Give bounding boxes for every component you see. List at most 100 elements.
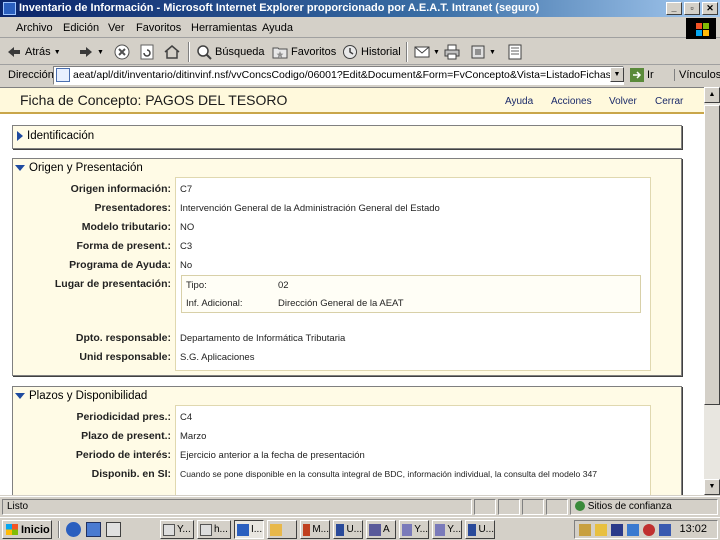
- app-quicklaunch-icon[interactable]: [106, 522, 121, 537]
- section-header[interactable]: Origen y Presentación: [15, 162, 143, 174]
- taskbar-item[interactable]: Y...: [399, 520, 429, 539]
- menu-ayuda[interactable]: Ayuda: [262, 22, 293, 34]
- taskbar-item[interactable]: [267, 520, 297, 539]
- home-button[interactable]: [164, 42, 180, 62]
- status-cell: [474, 499, 496, 515]
- menu-archivo[interactable]: Archivo: [16, 22, 53, 34]
- refresh-button[interactable]: [139, 42, 155, 62]
- tray-icon[interactable]: [611, 524, 623, 536]
- stop-icon: [114, 44, 130, 60]
- refresh-icon: [140, 44, 154, 60]
- field-label: Origen información:: [70, 183, 171, 195]
- field-label: Modelo tributario:: [81, 221, 171, 233]
- field-label: Presentadores:: [94, 202, 171, 214]
- vertical-scrollbar[interactable]: ▲ ▼: [704, 87, 720, 495]
- windows-flag-icon: [6, 524, 18, 535]
- restore-button[interactable]: ▫: [684, 2, 700, 15]
- security-zone-cell: Sitios de confianza: [570, 499, 718, 515]
- action-acciones-link[interactable]: Acciones: [551, 96, 592, 107]
- menu-favoritos[interactable]: Favoritos: [136, 22, 181, 34]
- title-bar[interactable]: Inventario de Información - Microsoft In…: [0, 0, 720, 17]
- system-tray: 13:02: [574, 520, 718, 539]
- toolbar-separator: [188, 42, 190, 62]
- section-identificacion[interactable]: Identificación: [12, 125, 682, 149]
- forward-button[interactable]: ▼: [78, 42, 104, 62]
- taskbar-item[interactable]: U...: [333, 520, 363, 539]
- discuss-button[interactable]: [507, 42, 523, 62]
- page-header: Ficha de Concepto: PAGOS DEL TESORO Ayud…: [0, 88, 704, 114]
- taskbar-item[interactable]: M...: [300, 520, 330, 539]
- search-button[interactable]: Búsqueda: [196, 42, 265, 62]
- taskbar: Inicio Y... h... I... M... U... A Y... Y…: [0, 517, 720, 540]
- ie-quicklaunch-icon[interactable]: [66, 522, 81, 537]
- history-button[interactable]: Historial: [342, 42, 401, 62]
- favorites-label: Favoritos: [291, 46, 337, 58]
- menu-ver[interactable]: Ver: [108, 22, 125, 34]
- scroll-down-button[interactable]: ▼: [704, 479, 720, 495]
- section-header[interactable]: Plazos y Disponibilidad: [15, 390, 147, 402]
- taskbar-item[interactable]: Y...: [432, 520, 462, 539]
- windows-logo-icon: [686, 18, 716, 39]
- address-dropdown-button[interactable]: ▼: [610, 67, 624, 82]
- taskbar-item[interactable]: Y...: [160, 520, 194, 539]
- minimize-button[interactable]: _: [666, 2, 682, 15]
- go-button[interactable]: Ir: [630, 68, 654, 82]
- go-arrow-icon: [630, 68, 644, 82]
- collapse-arrow-icon: [15, 393, 25, 399]
- page-content: Ficha de Concepto: PAGOS DEL TESORO Ayud…: [0, 87, 704, 495]
- action-volver-link[interactable]: Volver: [609, 96, 637, 107]
- section-header[interactable]: Identificación: [17, 130, 94, 142]
- field-value: NO: [180, 222, 195, 233]
- app-icon: [163, 523, 175, 536]
- field-label: Disponib. en SI:: [91, 468, 171, 480]
- document-icon: [508, 44, 522, 60]
- address-input[interactable]: aeat/apl/dit/inventario/ditinvinf.nsf/vv…: [53, 66, 624, 85]
- taskbar-item[interactable]: h...: [197, 520, 231, 539]
- taskbar-item[interactable]: A: [366, 520, 396, 539]
- scroll-up-button[interactable]: ▲: [704, 87, 720, 103]
- back-button[interactable]: Atrás ▼: [6, 42, 61, 62]
- taskbar-item-label: A: [383, 524, 390, 535]
- tray-icon[interactable]: [579, 524, 591, 536]
- taskbar-item[interactable]: U...: [465, 520, 495, 539]
- tray-icon[interactable]: [595, 524, 607, 536]
- lugar-label: Inf. Adicional:: [186, 298, 243, 309]
- action-ayuda-link[interactable]: Ayuda: [505, 96, 533, 107]
- taskbar-item-label: U...: [346, 524, 362, 535]
- lugar-value: Dirección General de la AEAT: [278, 298, 404, 309]
- edit-page-icon: [471, 45, 485, 59]
- section-plazos-disponibilidad: Plazos y Disponibilidad Periodicidad pre…: [12, 386, 682, 495]
- menu-edicion[interactable]: Edición: [63, 22, 99, 34]
- page-title: Ficha de Concepto: PAGOS DEL TESORO: [20, 92, 288, 108]
- favorites-button[interactable]: Favoritos: [272, 42, 336, 62]
- close-button[interactable]: ✕: [702, 2, 718, 15]
- desktop-quicklaunch-icon[interactable]: [86, 522, 101, 537]
- start-button[interactable]: Inicio: [2, 520, 52, 539]
- tray-icon[interactable]: [659, 524, 671, 536]
- field-value: Departamento de Informática Tributaria: [180, 333, 346, 344]
- mail-button[interactable]: ▼: [414, 42, 440, 62]
- menu-herramientas[interactable]: Herramientas: [191, 22, 257, 34]
- chevron-down-icon: ▼: [489, 48, 496, 56]
- field-label: Periodicidad pres.:: [76, 411, 171, 423]
- back-label: Atrás: [25, 46, 51, 58]
- scroll-thumb[interactable]: [704, 105, 720, 405]
- taskbar-item-label: Y...: [447, 524, 461, 535]
- collapse-arrow-icon: [15, 165, 25, 171]
- action-cerrar-link[interactable]: Cerrar: [655, 96, 683, 107]
- links-button[interactable]: Vínculos: [674, 69, 720, 81]
- stop-button[interactable]: [114, 42, 130, 62]
- printer-icon: [444, 44, 460, 60]
- edit-button[interactable]: ▼: [470, 42, 496, 62]
- taskbar-item-label: Y...: [414, 524, 428, 535]
- taskbar-item-active[interactable]: I...: [234, 520, 264, 539]
- field-value: Intervención General de la Administració…: [180, 203, 440, 214]
- lugar-label: Tipo:: [186, 280, 207, 291]
- app-icon: [369, 523, 381, 536]
- tray-icon[interactable]: [643, 524, 655, 536]
- window-title: Inventario de Información - Microsoft In…: [19, 2, 540, 14]
- status-cell: [522, 499, 544, 515]
- print-button[interactable]: [444, 42, 460, 62]
- field-value: Cuando se pone disponible en la consulta…: [180, 469, 598, 479]
- tray-icon[interactable]: [627, 524, 639, 536]
